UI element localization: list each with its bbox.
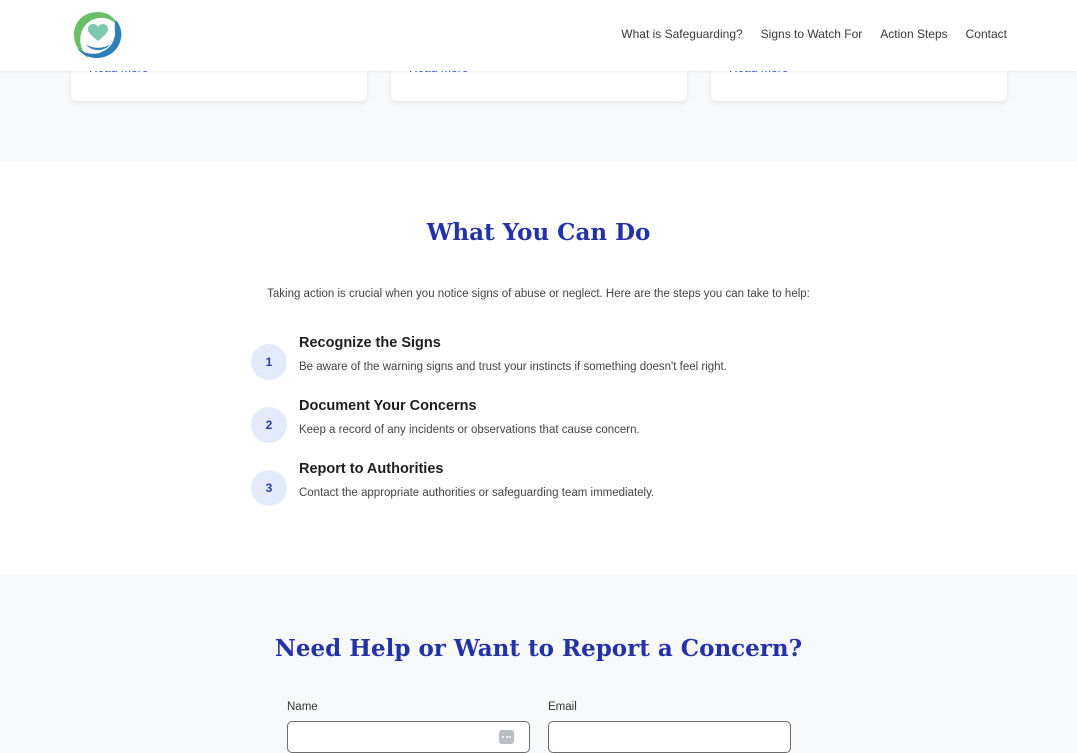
nav-link-signs-to-watch-for[interactable]: Signs to Watch For	[761, 27, 863, 41]
nav-link-action-steps[interactable]: Action Steps	[880, 27, 947, 41]
step-title: Recognize the Signs	[299, 335, 441, 351]
email-label: Email	[548, 701, 577, 713]
step-description: Be aware of the warning signs and trust …	[299, 361, 727, 373]
password-manager-icon[interactable]	[499, 730, 514, 744]
what-you-can-do-section: What You Can Do Taking action is crucial…	[0, 161, 1077, 575]
name-field-group: Name	[287, 701, 530, 753]
action-step: 3 Report to Authorities Contact the appr…	[251, 461, 831, 520]
heart-hands-logo[interactable]	[71, 8, 125, 62]
heart-hands-logo-icon	[74, 12, 122, 58]
nav-link-contact[interactable]: Contact	[966, 27, 1007, 41]
nav-link-what-is-safeguarding[interactable]: What is Safeguarding?	[621, 27, 742, 41]
step-number-badge: 3	[251, 470, 287, 506]
email-field-group: Email	[548, 701, 791, 753]
step-number-badge: 2	[251, 407, 287, 443]
section-title: Need Help or Want to Report a Concern?	[274, 635, 803, 662]
section-intro: Taking action is crucial when you notice…	[267, 288, 810, 300]
name-input[interactable]	[287, 721, 530, 753]
main-nav: What is Safeguarding? Signs to Watch For…	[621, 27, 1007, 41]
step-number-badge: 1	[251, 344, 287, 380]
step-title: Document Your Concerns	[299, 398, 477, 414]
report-concern-section: Need Help or Want to Report a Concern? N…	[0, 575, 1077, 753]
action-step: 2 Document Your Concerns Keep a record o…	[251, 398, 831, 457]
name-label: Name	[287, 701, 318, 713]
email-input[interactable]	[548, 721, 791, 753]
site-header: What is Safeguarding? Signs to Watch For…	[0, 0, 1077, 71]
section-title: What You Can Do	[426, 219, 651, 246]
action-step: 1 Recognize the Signs Be aware of the wa…	[251, 335, 831, 394]
step-description: Contact the appropriate authorities or s…	[299, 487, 655, 499]
step-description: Keep a record of any incidents or observ…	[299, 424, 640, 436]
step-title: Report to Authorities	[299, 461, 444, 477]
